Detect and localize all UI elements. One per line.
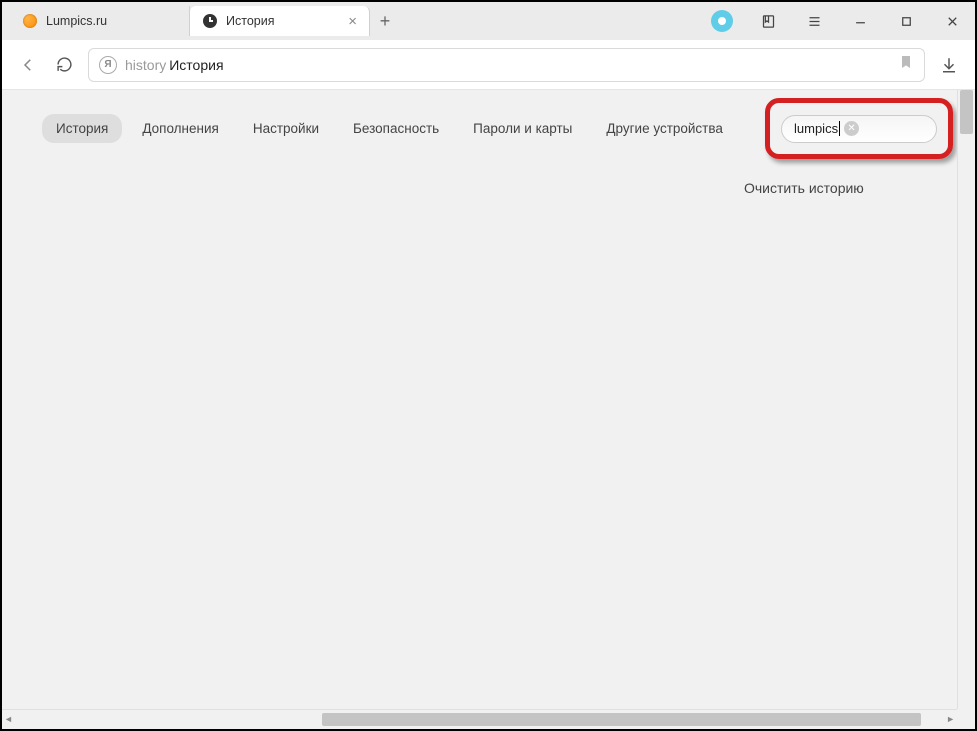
scrollbar-thumb[interactable] xyxy=(960,90,973,134)
text-cursor xyxy=(839,121,840,136)
yandex-icon: Я xyxy=(99,56,117,74)
reload-button[interactable] xyxy=(52,53,76,77)
close-tab-icon[interactable]: × xyxy=(348,13,357,30)
nav-passwords[interactable]: Пароли и карты xyxy=(459,114,586,143)
tab-title: Lumpics.ru xyxy=(46,14,107,28)
tab-history[interactable]: История × xyxy=(190,6,370,36)
search-value: lumpics xyxy=(794,121,838,136)
horizontal-scrollbar[interactable]: ◄ ► xyxy=(2,709,957,729)
clear-search-icon[interactable]: ✕ xyxy=(844,121,859,136)
scrollbar-thumb[interactable] xyxy=(322,713,921,726)
close-window-button[interactable] xyxy=(929,3,975,39)
nav-settings[interactable]: Настройки xyxy=(239,114,333,143)
new-tab-button[interactable]: + xyxy=(370,6,400,36)
back-button[interactable] xyxy=(16,53,40,77)
settings-nav: История Дополнения Настройки Безопасност… xyxy=(2,90,975,143)
address-bar[interactable]: Я history История xyxy=(88,48,925,82)
bookmarks-panel-icon[interactable] xyxy=(745,3,791,39)
downloads-button[interactable] xyxy=(937,53,961,77)
content-area: История Дополнения Настройки Безопасност… xyxy=(2,90,975,729)
tab-lumpics[interactable]: Lumpics.ru xyxy=(10,6,190,36)
scroll-right-icon[interactable]: ► xyxy=(946,714,955,724)
nav-addons[interactable]: Дополнения xyxy=(128,114,232,143)
address-text: history История xyxy=(125,57,224,73)
tab-bar: Lumpics.ru История × + xyxy=(2,2,975,40)
menu-icon[interactable] xyxy=(791,3,837,39)
alice-icon[interactable] xyxy=(711,10,733,32)
clock-icon xyxy=(202,13,218,29)
minimize-button[interactable] xyxy=(837,3,883,39)
scroll-left-icon[interactable]: ◄ xyxy=(4,714,13,724)
history-search-input[interactable]: lumpics ✕ xyxy=(781,115,937,143)
nav-history[interactable]: История xyxy=(42,114,122,143)
maximize-button[interactable] xyxy=(883,3,929,39)
nav-devices[interactable]: Другие устройства xyxy=(592,114,737,143)
clear-history-link[interactable]: Очистить историю xyxy=(744,180,864,196)
tab-favicon-orange-icon xyxy=(22,13,38,29)
nav-security[interactable]: Безопасность xyxy=(339,114,453,143)
tab-title: История xyxy=(226,14,274,28)
bookmark-icon[interactable] xyxy=(898,54,914,75)
vertical-scrollbar[interactable] xyxy=(957,90,975,709)
toolbar: Я history История xyxy=(2,40,975,90)
history-search-group: lumpics ✕ xyxy=(781,115,937,143)
